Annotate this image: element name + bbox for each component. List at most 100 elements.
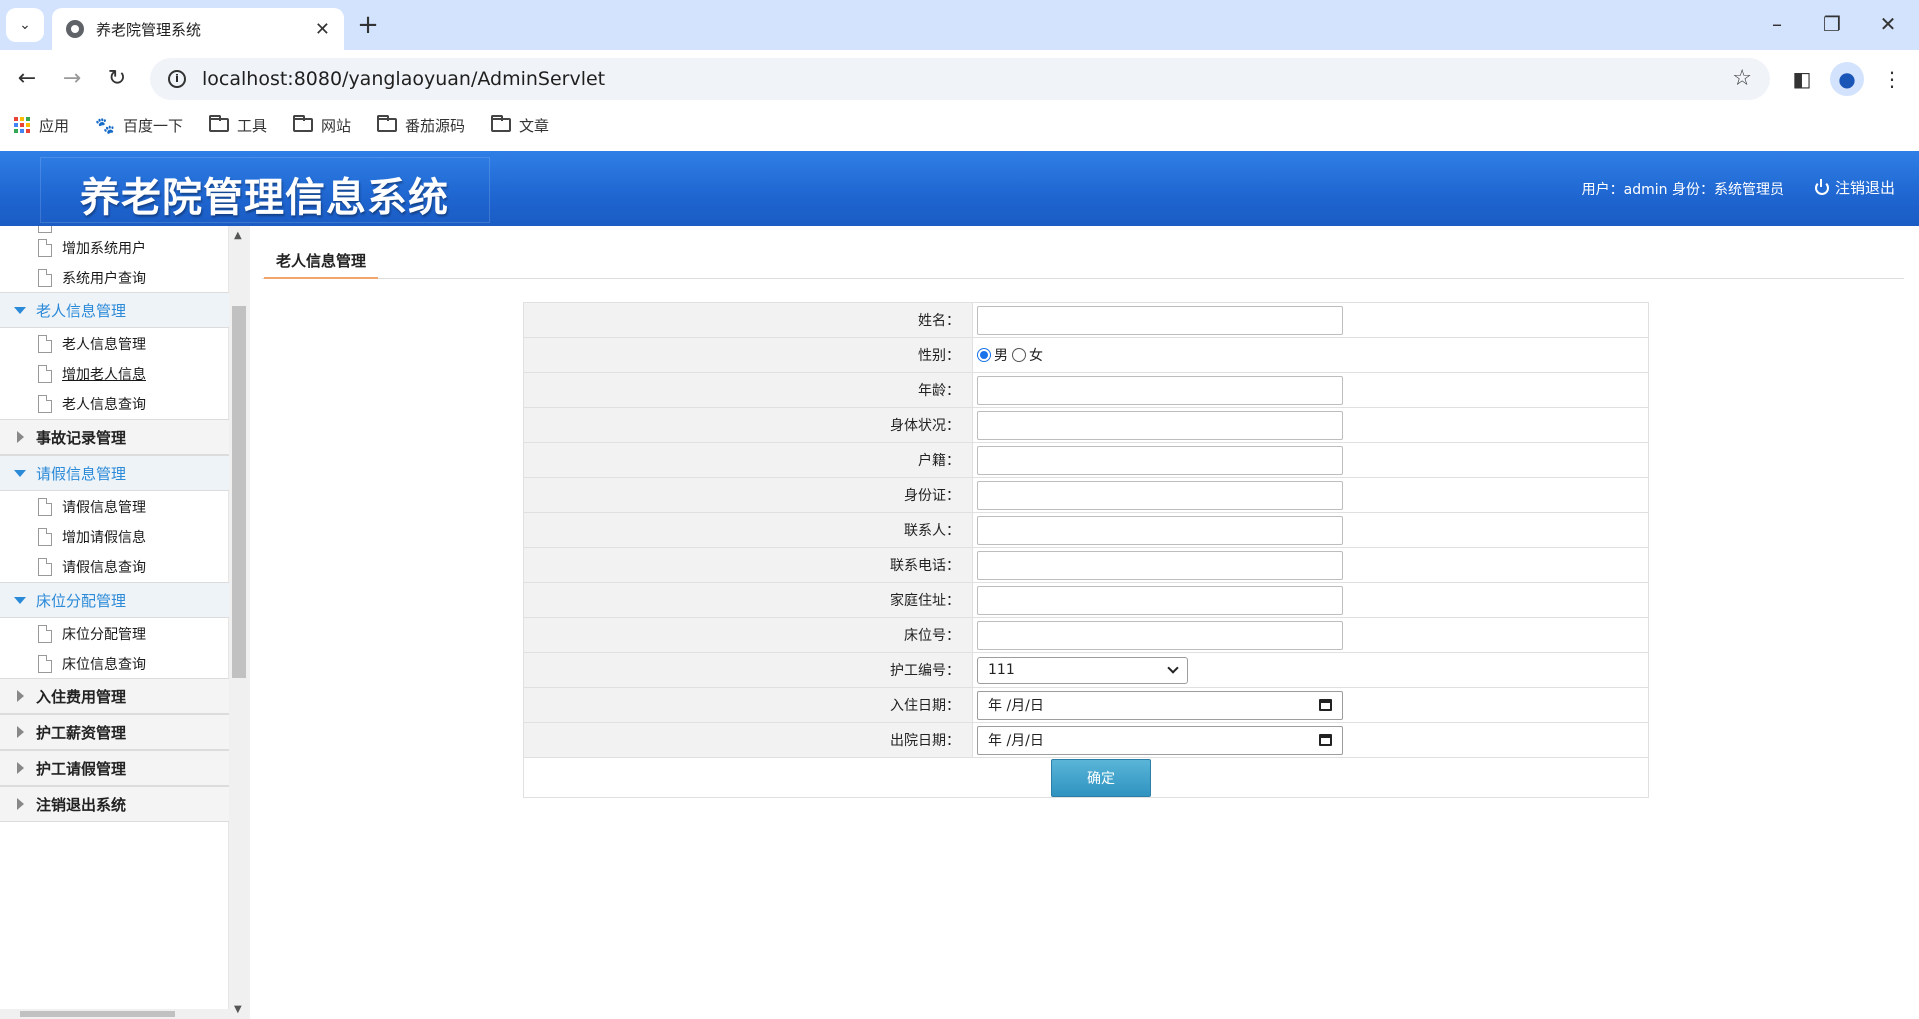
sidebar-group-leave[interactable]: 请假信息管理 — [0, 455, 229, 491]
bookmark-star-icon[interactable]: ☆ — [1732, 66, 1752, 91]
tab-elder-info[interactable]: 老人信息管理 — [264, 243, 378, 279]
name-field[interactable] — [977, 305, 1343, 335]
document-icon — [38, 498, 52, 516]
sidebar-item-bed-query[interactable]: 床位信息查询 — [38, 652, 146, 676]
health-field[interactable] — [977, 410, 1343, 440]
idcard-field[interactable] — [977, 480, 1343, 510]
sidebar-item-elder-query[interactable]: 老人信息查询 — [38, 392, 146, 416]
sidebar-item-partial[interactable] — [38, 226, 62, 236]
bookmark-articles[interactable]: 文章 — [491, 115, 549, 136]
document-icon — [38, 395, 52, 413]
caret-down-icon — [14, 306, 26, 314]
sidebar-group-accident[interactable]: 事故记录管理 — [0, 419, 229, 455]
field-label: 姓名： — [523, 302, 973, 338]
address-bar[interactable]: i localhost:8080/yanglaoyuan/AdminServle… — [150, 58, 1770, 100]
globe-favicon-icon — [66, 20, 84, 38]
caret-down-icon — [14, 469, 26, 477]
browser-tab[interactable]: 养老院管理系统 ✕ — [52, 8, 344, 50]
sidebar-group-salary[interactable]: 护工薪资管理 — [0, 714, 229, 750]
field-label: 身体状况： — [523, 407, 973, 443]
checkout-date-field[interactable]: 年 /月/日 — [977, 725, 1343, 755]
bookmark-tools[interactable]: 工具 — [208, 115, 267, 136]
sidebar-vertical-scrollbar[interactable]: ▲ ▼ — [229, 226, 250, 1019]
sidebar-item-elder-manage[interactable]: 老人信息管理 — [38, 332, 146, 356]
sidebar-item-leave-manage[interactable]: 请假信息管理 — [38, 495, 146, 519]
contact-field[interactable] — [977, 515, 1343, 545]
radio-label: 女 — [1029, 348, 1043, 364]
folder-icon — [376, 115, 397, 132]
site-info-icon[interactable]: i — [168, 70, 186, 88]
bed-field[interactable] — [977, 620, 1343, 650]
side-panel-icon[interactable]: ◧ — [1785, 62, 1819, 96]
radio-label: 男 — [994, 348, 1008, 364]
sidebar-group-nurse-leave[interactable]: 护工请假管理 — [0, 750, 229, 786]
logout-label: 注销退出 — [1834, 179, 1895, 197]
close-window-button[interactable]: ✕ — [1861, 6, 1915, 42]
back-button[interactable]: ← — [10, 62, 44, 96]
scroll-up-icon[interactable]: ▲ — [234, 230, 242, 241]
browser-menu-icon[interactable]: ⋮ — [1875, 62, 1909, 96]
bookmark-sites[interactable]: 网站 — [292, 115, 351, 136]
document-icon — [38, 625, 52, 643]
app-title: 养老院管理信息系统 — [80, 175, 449, 221]
minimize-button[interactable]: – — [1750, 6, 1804, 42]
new-tab-button[interactable]: + — [352, 10, 384, 42]
gender-female-radio[interactable] — [1012, 348, 1026, 362]
field-label: 护工编号： — [523, 652, 973, 688]
calendar-icon[interactable] — [1319, 699, 1332, 711]
field-label: 联系人： — [523, 512, 973, 548]
main-content: 老人信息管理 姓名： 性别： 男女 年龄： 身体状况： 户籍： 身份证： 联系人… — [250, 226, 1919, 1019]
document-icon — [38, 528, 52, 546]
bookmark-label: 百度一下 — [122, 116, 183, 135]
sidebar-horizontal-scrollbar[interactable] — [0, 1009, 229, 1019]
sidebar-item-query-system-user[interactable]: 系统用户查询 — [38, 266, 146, 290]
close-tab-icon[interactable]: ✕ — [315, 19, 330, 40]
forward-button[interactable]: → — [55, 62, 89, 96]
document-icon — [38, 335, 52, 353]
sidebar-item-add-system-user[interactable]: 增加系统用户 — [38, 236, 146, 260]
restore-button[interactable]: ❐ — [1805, 6, 1859, 42]
sidebar-item-add-elder[interactable]: 增加老人信息 — [38, 362, 146, 386]
nurse-id-select[interactable]: 111 — [977, 656, 1188, 684]
sidebar-item-add-leave[interactable]: 增加请假信息 — [38, 525, 146, 549]
phone-field[interactable] — [977, 550, 1343, 580]
logout-link[interactable]: 注销退出 — [1814, 177, 1895, 198]
field-label: 年龄： — [523, 372, 973, 408]
sidebar-item-bed-manage[interactable]: 床位分配管理 — [38, 622, 146, 646]
sidebar-group-bed[interactable]: 床位分配管理 — [0, 582, 229, 618]
calendar-icon[interactable] — [1319, 734, 1332, 746]
caret-right-icon — [17, 690, 24, 702]
gender-male-radio[interactable] — [977, 348, 991, 362]
sidebar: 增加系统用户 系统用户查询 老人信息管理 老人信息管理 增加老人信息 老人信息查… — [0, 226, 250, 1019]
sidebar-group-fees[interactable]: 入住费用管理 — [0, 678, 229, 714]
age-field[interactable] — [977, 375, 1343, 405]
reload-button[interactable]: ↻ — [100, 62, 134, 96]
scrollbar-thumb[interactable] — [232, 306, 246, 678]
apps-grid-icon — [14, 117, 30, 133]
chevron-down-icon — [1167, 662, 1179, 674]
baidu-paw-icon: 🐾 — [95, 115, 115, 135]
sidebar-group-logout[interactable]: 注销退出系统 — [0, 786, 229, 822]
scroll-down-icon[interactable]: ▼ — [234, 1004, 242, 1015]
document-icon — [38, 226, 52, 233]
profile-avatar-icon[interactable]: ● — [1830, 62, 1864, 96]
bookmarks-bar: 应用 🐾 百度一下 工具 网站 番茄源码 文章 — [0, 108, 1919, 142]
bookmark-label: 应用 — [39, 116, 70, 135]
bookmark-source[interactable]: 番茄源码 — [376, 115, 465, 136]
arrow-left-icon: ← — [17, 66, 37, 91]
sidebar-tree: 增加系统用户 系统用户查询 老人信息管理 老人信息管理 增加老人信息 老人信息查… — [0, 226, 229, 1019]
caret-right-icon — [17, 762, 24, 774]
hukou-field[interactable] — [977, 445, 1343, 475]
content-tabbar: 老人信息管理 — [262, 243, 1904, 279]
submit-button[interactable]: 确定 — [1051, 759, 1151, 797]
checkin-date-field[interactable]: 年 /月/日 — [977, 690, 1343, 720]
tab-search-button[interactable]: ⌄ — [6, 8, 44, 42]
sidebar-item-leave-query[interactable]: 请假信息查询 — [38, 555, 146, 579]
bookmark-baidu[interactable]: 🐾 百度一下 — [95, 115, 183, 136]
document-icon — [38, 365, 52, 383]
bookmark-apps[interactable]: 应用 — [14, 115, 69, 136]
field-label: 出院日期： — [523, 722, 973, 758]
address-field[interactable] — [977, 585, 1343, 615]
sidebar-group-elder-info[interactable]: 老人信息管理 — [0, 292, 229, 328]
scrollbar-thumb[interactable] — [20, 1011, 175, 1017]
